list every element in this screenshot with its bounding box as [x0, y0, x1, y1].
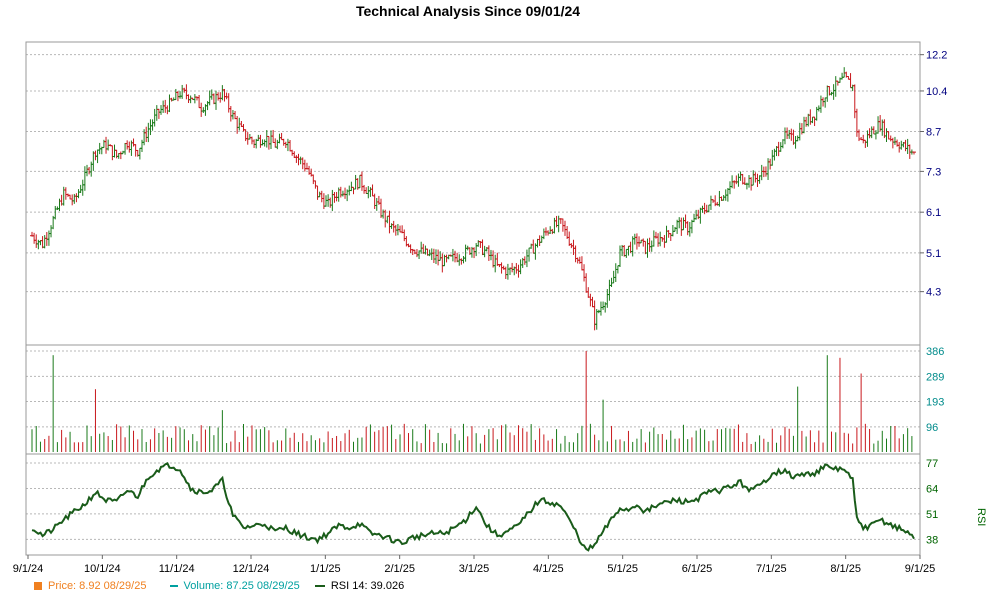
volume-tick-label: 386: [926, 346, 944, 358]
x-tick-label: 12/1/24: [233, 563, 270, 575]
chart-frame: [25, 41, 921, 556]
price-tick-label: 8.7: [926, 127, 941, 139]
volume-tick-label: 96: [926, 422, 938, 434]
price-tick-label: 7.3: [926, 166, 941, 178]
price-tick-label: 12.2: [926, 50, 947, 62]
chart-title: Technical Analysis Since 09/01/24: [356, 3, 580, 19]
x-tick-label: 3/1/25: [459, 563, 490, 575]
legend-rsi-label: RSI 14: 39.026: [330, 580, 405, 593]
volume-tick-label: 193: [926, 397, 944, 409]
x-tick-label: 9/1/25: [905, 563, 936, 575]
rsi-swatch-icon: [314, 585, 325, 588]
x-tick-label: 4/1/25: [533, 563, 564, 575]
x-tick-label: 2/1/25: [384, 563, 415, 575]
legend-rsi: RSI 14: 39.026: [314, 580, 405, 593]
stock-chart: Technical Analysis Since 09/01/24 12.2 10…: [13, 3, 987, 575]
x-tick-label: 10/1/24: [84, 563, 121, 575]
legend-volume: Volume: 87.25 08/29/25: [162, 580, 300, 592]
x-tick-label: 5/1/25: [607, 563, 638, 575]
price-tick-label: 6.1: [926, 207, 941, 219]
x-tick-label: 11/1/24: [159, 563, 195, 575]
x-tick-label: 9/1/24: [13, 563, 44, 575]
price-tick-label: 10.4: [926, 86, 947, 98]
x-tick-label: 1/1/25: [310, 563, 341, 575]
volume-swatch-icon: [169, 585, 178, 588]
legend: Price: 8.92 08/29/25 Volume: 87.25 08/29…: [0, 580, 1000, 596]
legend-price: Price: 8.92 08/29/25: [0, 580, 146, 592]
price-tick-label: 4.3: [926, 287, 941, 299]
rsi-series: [31, 461, 915, 552]
rsi-tick-label: 77: [926, 458, 938, 470]
x-tick-label: 6/1/25: [682, 563, 713, 575]
rsi-tick-label: 38: [926, 534, 938, 546]
rsi-tick-label: 64: [926, 483, 938, 495]
price-tick-label: 5.1: [926, 248, 941, 260]
x-tick-label: 8/1/25: [830, 563, 861, 575]
rsi-line: [31, 461, 915, 552]
volume-tick-label: 289: [926, 371, 944, 383]
legend-price-label: Price: 8.92 08/29/25: [48, 580, 147, 593]
rsi-axis-label: RSI: [975, 508, 987, 526]
legend-volume-label: Volume: 87.25 08/29/25: [183, 580, 300, 593]
x-tick-label: 7/1/25: [756, 563, 787, 575]
rsi-tick-label: 51: [926, 509, 938, 521]
price-swatch-icon: [34, 582, 42, 591]
price-bars: [30, 67, 916, 331]
